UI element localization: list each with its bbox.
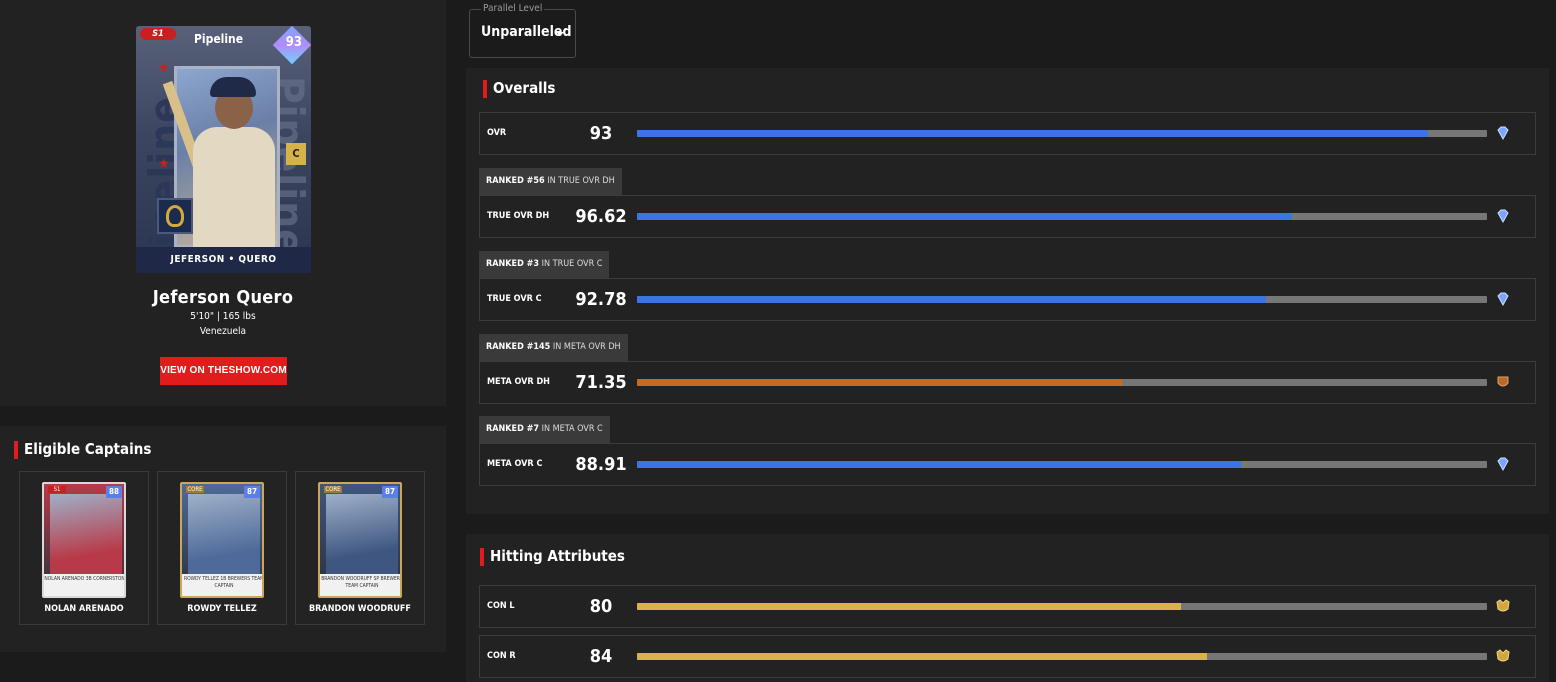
captain-card-footer: ROWDY TELLEZ 1B BREWERS TEAM CAPTAIN: [182, 574, 262, 596]
rank-context: IN META OVR DH: [550, 342, 621, 352]
captain-photo: [188, 494, 260, 578]
bronze-icon: [1497, 376, 1509, 387]
stat-bar-fill: [637, 603, 1181, 610]
hitting-row: CON R 84: [479, 635, 1536, 678]
captain-card-footer: BRANDON WOODRUFF SP BREWERS TEAM CAPTAIN: [320, 574, 400, 596]
hitting-title: Hitting Attributes: [480, 547, 625, 566]
stat-label: META OVR DH: [487, 377, 550, 387]
captain-ovr: 88: [106, 486, 122, 498]
stat-value: 71.35: [575, 372, 627, 393]
captain-card-image: CORE 87 BRANDON WOODRUFF SP BREWERS TEAM C…: [318, 482, 402, 598]
gold-icon: [1496, 599, 1510, 612]
captain-name: BRANDON WOODRUFF: [309, 604, 411, 614]
stat-label: TRUE OVR DH: [487, 211, 550, 221]
overall-row: OVR 93: [479, 112, 1536, 155]
captain-photo: [50, 494, 122, 578]
jersey-shape: [193, 127, 275, 251]
diamond-icon: [1497, 209, 1509, 224]
card-brand: Pipeline: [194, 32, 244, 46]
stat-bar-fill: [637, 213, 1292, 220]
captain-card-image: CORE 87 ROWDY TELLEZ 1B BREWERS TEAM CAPTA…: [180, 482, 264, 598]
stat-value: 96.62: [575, 206, 627, 227]
captain-card-footer: NOLAN ARENADO 3B CORNERSTONE: [44, 574, 124, 596]
stat-bar: [637, 379, 1487, 386]
stat-bar: [637, 213, 1487, 220]
player-card-image: Pipeline Pipeline ★ ★ S1 Pipeline 93 C J…: [136, 26, 311, 273]
overall-row: TRUE OVR DH 96.62: [479, 195, 1536, 238]
stat-bar-fill: [637, 296, 1266, 303]
player-panel: Pipeline Pipeline ★ ★ S1 Pipeline 93 C J…: [0, 0, 446, 406]
rank-context: IN META OVR C: [539, 424, 603, 434]
rank-number: RANKED #56: [486, 176, 545, 186]
stat-label: CON R: [487, 651, 516, 661]
diamond-icon: [1497, 126, 1509, 141]
captains-title: Eligible Captains: [14, 440, 151, 459]
team-logo-icon: [157, 198, 193, 234]
parallel-area: [466, 0, 1549, 62]
captain-photo: [326, 494, 398, 578]
captain-series-badge: CORE: [324, 486, 342, 493]
captain-card[interactable]: CORE 87 BRANDON WOODRUFF SP BREWERS TEAM C…: [295, 471, 425, 625]
star-icon: ★: [158, 156, 170, 172]
stat-bar: [637, 130, 1487, 137]
stat-bar: [637, 653, 1487, 660]
stat-bar-fill: [637, 653, 1207, 660]
overall-row: META OVR DH 71.35: [479, 361, 1536, 404]
stat-value: 93: [589, 123, 613, 144]
cap-shape: [210, 77, 256, 97]
overalls-title: Overalls: [483, 79, 555, 98]
captain-name: NOLAN ARENADO: [44, 604, 124, 614]
rank-tab: RANKED #3 IN TRUE OVR C: [479, 251, 610, 278]
stat-label: TRUE OVR C: [487, 294, 542, 304]
stat-label: CON L: [487, 601, 515, 611]
diamond-icon: [1497, 457, 1509, 472]
stat-bar-fill: [637, 130, 1428, 137]
captain-name: ROWDY TELLEZ: [187, 604, 257, 614]
stat-label: OVR: [487, 128, 507, 138]
stat-value: 80: [589, 596, 613, 617]
stat-value: 88.91: [575, 454, 627, 475]
rank-context: IN TRUE OVR C: [539, 259, 603, 269]
card-ovr: 93: [285, 35, 302, 50]
rank-tab: RANKED #145 IN META OVR DH: [479, 334, 628, 361]
rank-tab: RANKED #56 IN TRUE OVR DH: [479, 168, 622, 195]
stat-bar-fill: [637, 379, 1122, 386]
view-on-theshow-button[interactable]: VIEW ON THESHOW.COM: [160, 357, 287, 385]
captain-card-image: S1 88 NOLAN ARENADO 3B CORNERSTONE: [42, 482, 126, 598]
stat-bar: [637, 603, 1487, 610]
player-size: 5'10" | 165 lbs: [190, 311, 256, 322]
captain-ovr: 87: [244, 486, 260, 498]
parallel-level-label: Parallel Level: [481, 3, 545, 14]
captain-series-badge: S1: [48, 486, 66, 493]
captain-card[interactable]: S1 88 NOLAN ARENADO 3B CORNERSTONE NOLAN AR…: [19, 471, 149, 625]
stat-bar-fill: [637, 461, 1241, 468]
stat-label: META OVR C: [487, 459, 543, 469]
star-icon: ★: [158, 60, 170, 76]
card-series-badge: S1: [140, 28, 176, 40]
captain-ovr: 87: [382, 486, 398, 498]
rank-number: RANKED #3: [486, 259, 540, 269]
gold-icon: [1496, 649, 1510, 662]
rank-number: RANKED #145: [486, 342, 551, 352]
diamond-icon: [1497, 292, 1509, 307]
overall-row: META OVR C 88.91: [479, 443, 1536, 486]
player-country: Venezuela: [199, 326, 247, 337]
rank-context: IN TRUE OVR DH: [544, 176, 615, 186]
stat-value: 92.78: [575, 289, 627, 310]
overall-row: TRUE OVR C 92.78: [479, 278, 1536, 321]
captain-card[interactable]: CORE 87 ROWDY TELLEZ 1B BREWERS TEAM CAPTA…: [157, 471, 287, 625]
card-name-bar: JEFERSON • QUERO: [136, 247, 311, 273]
captain-series-badge: CORE: [186, 486, 204, 493]
rank-tab: RANKED #7 IN META OVR C: [479, 416, 610, 443]
card-position-badge: C: [286, 143, 306, 165]
stat-bar: [637, 296, 1487, 303]
stat-value: 84: [589, 646, 613, 667]
caret-down-icon[interactable]: [556, 32, 564, 36]
hitting-row: CON L 80: [479, 585, 1536, 628]
player-name: Jeferson Quero: [152, 287, 294, 308]
rank-number: RANKED #7: [486, 424, 540, 434]
stat-bar: [637, 461, 1487, 468]
